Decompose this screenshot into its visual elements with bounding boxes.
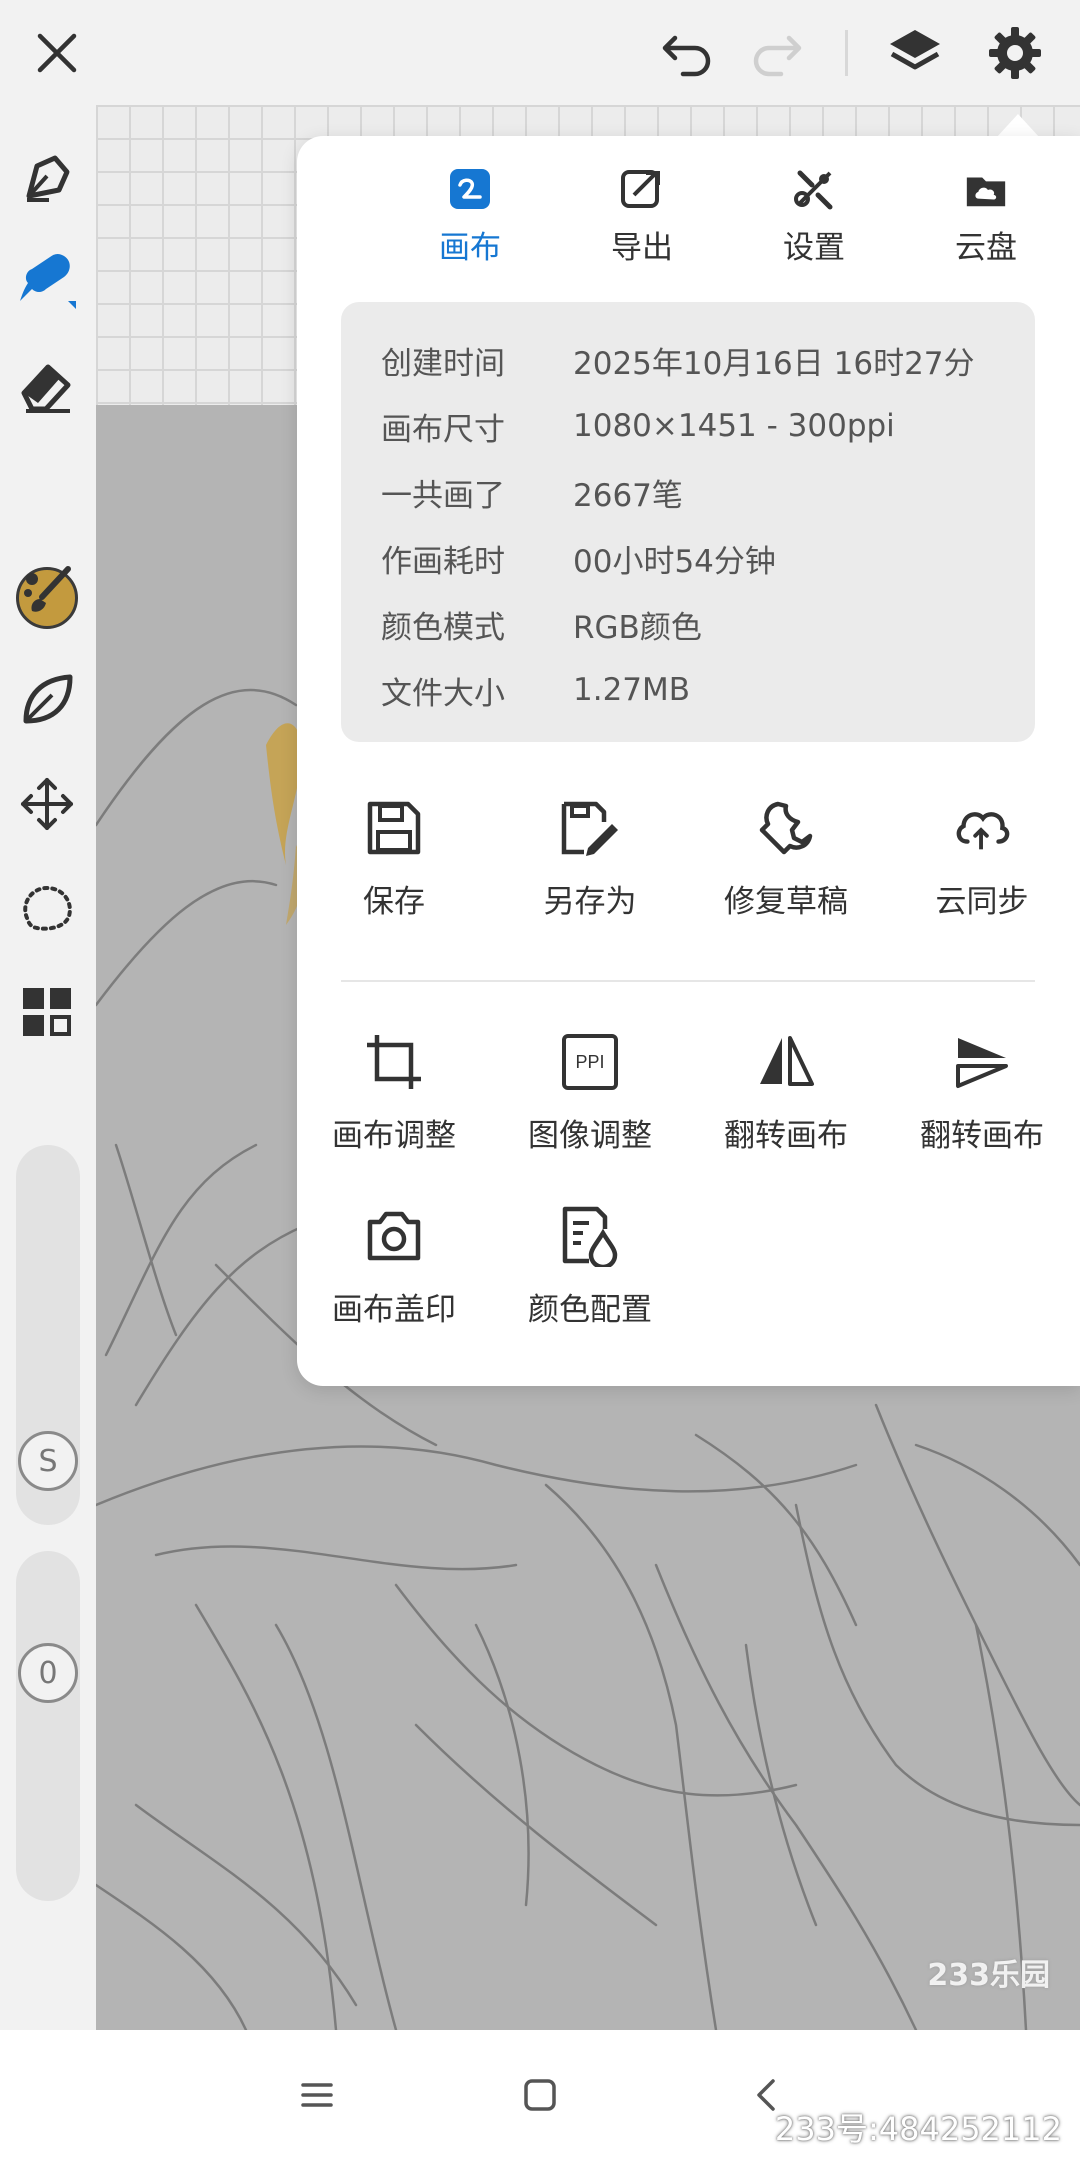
gear-icon[interactable] xyxy=(980,18,1050,88)
save-as-icon xyxy=(558,796,622,860)
leaf-icon[interactable] xyxy=(12,665,82,735)
grid-icon[interactable] xyxy=(12,977,82,1047)
info-value: RGB颜色 xyxy=(573,609,702,646)
brush-icon[interactable] xyxy=(12,245,82,315)
action-label: 保存 xyxy=(363,884,425,920)
info-value: 00小时54分钟 xyxy=(573,543,776,580)
info-row-created: 创建时间 2025年10月16日 16时27分 xyxy=(381,335,975,385)
save-button[interactable]: 保存 xyxy=(309,796,479,936)
opacity-knob[interactable]: 0 xyxy=(18,1643,78,1703)
cloud-sync-icon xyxy=(950,796,1014,860)
tab-export[interactable]: 导出 xyxy=(567,166,717,276)
flip-vertical-icon xyxy=(950,1030,1014,1094)
smudge-icon[interactable] xyxy=(12,557,82,627)
undo-icon[interactable] xyxy=(652,18,722,88)
home-icon[interactable] xyxy=(505,2060,575,2130)
opacity-slider[interactable] xyxy=(16,1551,80,1901)
ppi-icon: PPI xyxy=(558,1030,622,1094)
lasso-icon[interactable] xyxy=(12,873,82,943)
canvas-adjust-button[interactable]: 画布调整 xyxy=(309,1030,479,1170)
tab-label: 画布 xyxy=(439,230,501,266)
info-value: 2025年10月16日 16时27分 xyxy=(573,345,975,382)
system-nav-bar: 233号:484252112 xyxy=(0,2030,1080,2160)
panel-pointer xyxy=(996,114,1040,138)
action-label: 翻转画布 xyxy=(920,1118,1044,1154)
tab-cloud-drive[interactable]: 云盘 xyxy=(911,166,1061,276)
tab-canvas[interactable]: 画布 xyxy=(395,166,545,276)
info-key: 作画耗时 xyxy=(381,543,505,580)
info-value: 1.27MB xyxy=(573,672,691,708)
info-row-file-size: 文件大小 1.27MB xyxy=(381,665,690,715)
color-config-button[interactable]: 颜色配置 xyxy=(505,1204,675,1344)
watermark-id: 233号:484252112 xyxy=(774,2110,1062,2148)
action-label: 云同步 xyxy=(935,884,1029,920)
layers-icon[interactable] xyxy=(880,18,950,88)
save-as-button[interactable]: 另存为 xyxy=(505,796,675,936)
section-divider xyxy=(341,980,1035,982)
menu-icon[interactable] xyxy=(282,2060,352,2130)
info-row-strokes: 一共画了 2667笔 xyxy=(381,467,683,517)
info-value: 2667笔 xyxy=(573,477,683,514)
action-label: 翻转画布 xyxy=(724,1118,848,1154)
tab-settings[interactable]: 设置 xyxy=(739,166,889,276)
panel-tabs: 画布 导出 设置 云盘 xyxy=(297,166,1080,276)
tool-rail: S 0 xyxy=(0,105,96,2030)
action-label: 颜色配置 xyxy=(528,1292,652,1328)
image-adjust-button[interactable]: PPI 图像调整 xyxy=(505,1030,675,1170)
flip-vertical-button[interactable]: 翻转画布 xyxy=(897,1030,1067,1170)
pen-icon[interactable] xyxy=(12,143,82,213)
canvas-icon xyxy=(447,166,493,212)
canvas-info-box: 创建时间 2025年10月16日 16时27分 画布尺寸 1080×1451 -… xyxy=(341,302,1035,742)
close-icon[interactable] xyxy=(22,18,92,88)
brush-size-knob[interactable]: S xyxy=(18,1431,78,1491)
export-icon xyxy=(619,166,665,212)
info-key: 颜色模式 xyxy=(381,609,505,646)
action-label: 画布盖印 xyxy=(332,1292,456,1328)
flip-horizontal-button[interactable]: 翻转画布 xyxy=(701,1030,871,1170)
info-value: 1080×1451 - 300ppi xyxy=(573,408,895,444)
crop-icon xyxy=(362,1030,426,1094)
save-icon xyxy=(362,796,426,860)
camera-icon xyxy=(362,1204,426,1268)
ppi-icon-text: PPI xyxy=(575,1051,605,1072)
action-label: 图像调整 xyxy=(528,1118,652,1154)
move-icon[interactable] xyxy=(12,769,82,839)
info-row-duration: 作画耗时 00小时54分钟 xyxy=(381,533,776,583)
action-label: 修复草稿 xyxy=(724,884,848,920)
info-key: 一共画了 xyxy=(381,477,505,514)
tab-label: 设置 xyxy=(783,230,845,266)
flip-horizontal-icon xyxy=(754,1030,818,1094)
info-row-canvas-size: 画布尺寸 1080×1451 - 300ppi xyxy=(381,401,895,451)
settings-icon xyxy=(791,166,837,212)
wrench-icon xyxy=(754,796,818,860)
info-row-color-mode: 颜色模式 RGB颜色 xyxy=(381,599,702,649)
watermark-logo: 233乐园 xyxy=(927,1958,1050,1993)
canvas-info-panel: 画布 导出 设置 云盘 创建时间 2025年10月16日 16时27分 画布尺寸… xyxy=(297,136,1080,1386)
redo-icon[interactable] xyxy=(742,18,812,88)
toolbar-divider xyxy=(845,30,848,76)
tab-label: 云盘 xyxy=(955,230,1017,266)
eraser-icon[interactable] xyxy=(12,351,82,421)
action-label: 另存为 xyxy=(543,884,637,920)
info-key: 创建时间 xyxy=(381,345,505,382)
canvas-stamp-button[interactable]: 画布盖印 xyxy=(309,1204,479,1344)
info-key: 文件大小 xyxy=(381,675,505,712)
cloud-drive-icon xyxy=(963,166,1009,212)
repair-draft-button[interactable]: 修复草稿 xyxy=(701,796,871,936)
cloud-sync-button[interactable]: 云同步 xyxy=(897,796,1067,936)
top-toolbar xyxy=(0,0,1080,105)
info-key: 画布尺寸 xyxy=(381,411,505,448)
color-config-icon xyxy=(558,1204,622,1268)
action-label: 画布调整 xyxy=(332,1118,456,1154)
tab-label: 导出 xyxy=(611,230,673,266)
